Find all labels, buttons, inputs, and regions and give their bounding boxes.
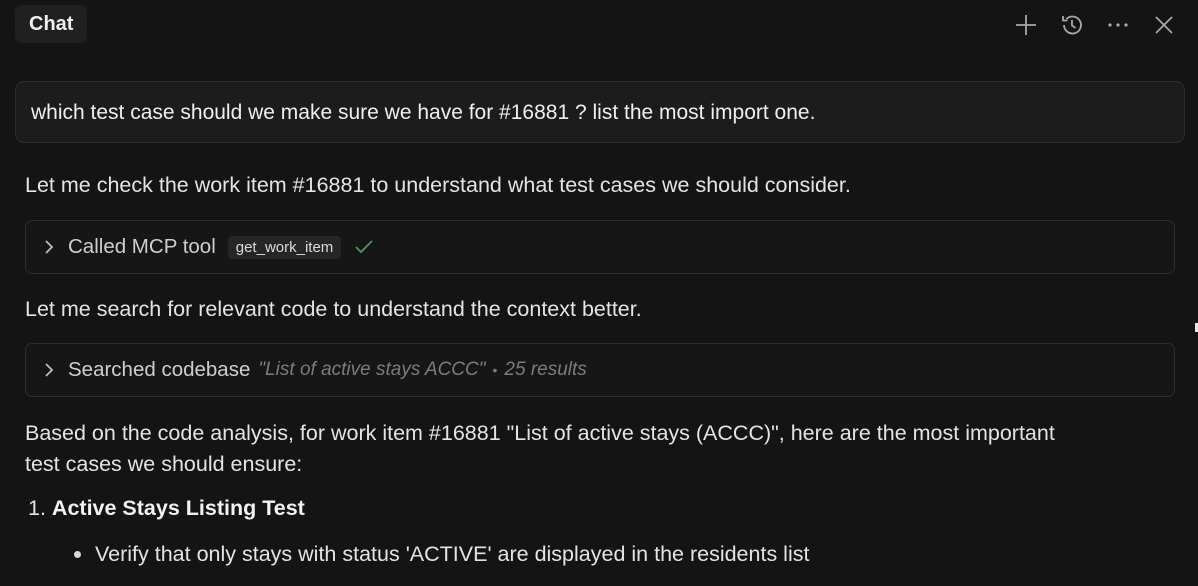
bullet-icon (74, 551, 81, 558)
tab-chat[interactable]: Chat (15, 5, 88, 43)
chevron-right-icon (42, 239, 58, 255)
assistant-intro-text: Let me check the work item #16881 to und… (25, 173, 851, 197)
codebase-search-collapsible[interactable]: Searched codebase "List of active stays … (25, 343, 1175, 397)
history-icon[interactable] (1056, 9, 1088, 41)
analysis-text-line-2: test cases we should ensure: (25, 452, 303, 476)
tool-call-label: Called MCP tool (68, 235, 216, 258)
header-actions (1010, 9, 1180, 41)
plus-icon[interactable] (1010, 9, 1042, 41)
chevron-right-icon (42, 362, 58, 378)
assistant-search-intro-text: Let me search for relevant code to under… (25, 297, 642, 321)
mcp-tool-call-collapsible[interactable]: Called MCP tool get_work_item (25, 220, 1175, 274)
chat-header: Chat (0, 0, 1198, 50)
list-item-title: Active Stays Listing Test (51, 496, 305, 520)
bullet-text: Verify that only stays with status 'ACTI… (95, 542, 810, 566)
list-item: 1. Active Stays Listing Test (28, 496, 305, 521)
tool-name-badge: get_work_item (227, 235, 342, 259)
search-call-label: Searched codebase (68, 358, 251, 381)
separator-dot: • (492, 362, 498, 378)
analysis-text-line-1: Based on the code analysis, for work ite… (25, 421, 1055, 445)
checkmark-icon (354, 238, 374, 256)
search-results-count: 25 results (504, 359, 587, 380)
user-message[interactable]: which test case should we make sure we h… (15, 81, 1185, 143)
more-icon[interactable] (1102, 9, 1134, 41)
close-icon[interactable] (1148, 9, 1180, 41)
list-item-number: 1. (28, 496, 46, 520)
search-query: "List of active stays ACCC" (258, 359, 486, 380)
bullet-item: Verify that only stays with status 'ACTI… (74, 542, 809, 567)
